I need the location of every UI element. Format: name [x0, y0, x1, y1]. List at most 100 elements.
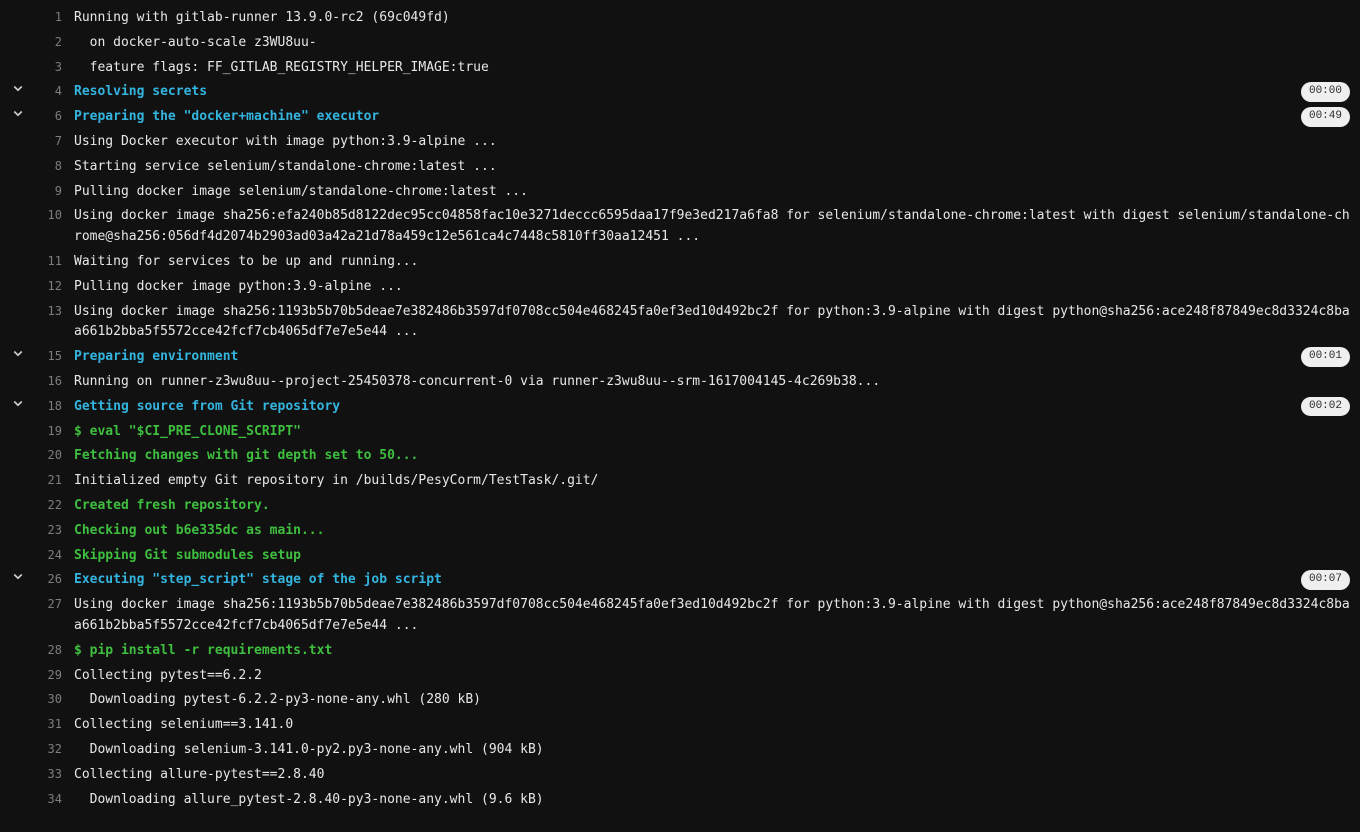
chevron-placeholder — [4, 519, 32, 521]
log-text: on docker-auto-scale z3WU8uu- — [70, 31, 1350, 56]
log-text: Starting service selenium/standalone-chr… — [70, 155, 1350, 180]
gutter: 26 — [0, 568, 70, 589]
line-number[interactable]: 22 — [32, 494, 62, 515]
gutter: 33 — [0, 763, 70, 784]
section-header[interactable]: Preparing environment — [70, 345, 1289, 370]
line-number[interactable]: 34 — [32, 788, 62, 809]
line-number[interactable]: 31 — [32, 713, 62, 734]
gutter: 10 — [0, 204, 70, 225]
section-header[interactable]: Executing "step_script" stage of the job… — [70, 568, 1289, 593]
line-number[interactable]: 32 — [32, 738, 62, 759]
chevron-down-icon[interactable] — [4, 80, 32, 94]
chevron-down-icon[interactable] — [4, 568, 32, 582]
section-header[interactable]: Getting source from Git repository — [70, 395, 1289, 420]
chevron-placeholder — [4, 593, 32, 595]
line-number[interactable]: 18 — [32, 395, 62, 416]
gutter: 31 — [0, 713, 70, 734]
section-header[interactable]: Resolving secrets — [70, 80, 1289, 105]
log-line: 1Running with gitlab-runner 13.9.0-rc2 (… — [0, 6, 1360, 31]
gutter: 11 — [0, 250, 70, 271]
line-number[interactable]: 12 — [32, 275, 62, 296]
line-number[interactable]: 21 — [32, 469, 62, 490]
log-line: 16 Running on runner-z3wu8uu--project-254… — [0, 370, 1360, 395]
chevron-placeholder — [4, 788, 32, 790]
log-line: 31Collecting selenium==3.141.0 — [0, 713, 1360, 738]
log-text: Initialized empty Git repository in /bui… — [70, 469, 1350, 494]
line-number[interactable]: 19 — [32, 420, 62, 441]
log-command: $ pip install -r requirements.txt — [70, 639, 1350, 664]
gutter: 2 — [0, 31, 70, 52]
line-number[interactable]: 29 — [32, 664, 62, 685]
gutter: 9 — [0, 180, 70, 201]
line-number[interactable]: 28 — [32, 639, 62, 660]
line-number[interactable]: 26 — [32, 568, 62, 589]
chevron-placeholder — [4, 444, 32, 446]
chevron-placeholder — [4, 370, 32, 372]
section-header[interactable]: Preparing the "docker+machine" executor — [70, 105, 1289, 130]
log-line: 3 feature flags: FF_GITLAB_REGISTRY_HELP… — [0, 56, 1360, 81]
log-command: Checking out b6e335dc as main... — [70, 519, 1350, 544]
log-line: 32 Downloading selenium-3.141.0-py2.py3-… — [0, 738, 1360, 763]
chevron-placeholder — [4, 713, 32, 715]
line-number[interactable]: 24 — [32, 544, 62, 565]
chevron-placeholder — [4, 494, 32, 496]
gutter: 34 — [0, 788, 70, 809]
chevron-placeholder — [4, 6, 32, 8]
gutter: 28 — [0, 639, 70, 660]
line-number[interactable]: 23 — [32, 519, 62, 540]
gutter: 13 — [0, 300, 70, 321]
line-number[interactable]: 9 — [32, 180, 62, 201]
gutter: 18 — [0, 395, 70, 416]
gutter: 20 — [0, 444, 70, 465]
log-line: 24 Skipping Git submodules setup — [0, 544, 1360, 569]
line-number[interactable]: 8 — [32, 155, 62, 176]
line-number[interactable]: 10 — [32, 204, 62, 225]
chevron-down-icon[interactable] — [4, 105, 32, 119]
chevron-placeholder — [4, 763, 32, 765]
log-line: 2 on docker-auto-scale z3WU8uu- — [0, 31, 1360, 56]
chevron-down-icon[interactable] — [4, 395, 32, 409]
duration-pill: 00:07 — [1301, 570, 1350, 590]
chevron-placeholder — [4, 31, 32, 33]
log-text: Using Docker executor with image python:… — [70, 130, 1350, 155]
line-number[interactable]: 7 — [32, 130, 62, 151]
gutter: 29 — [0, 664, 70, 685]
line-number[interactable]: 15 — [32, 345, 62, 366]
job-log: 1Running with gitlab-runner 13.9.0-rc2 (… — [0, 0, 1360, 832]
log-text: Running on runner-z3wu8uu--project-25450… — [70, 370, 1350, 395]
gutter: 7 — [0, 130, 70, 151]
line-number[interactable]: 11 — [32, 250, 62, 271]
line-number[interactable]: 2 — [32, 31, 62, 52]
line-number[interactable]: 33 — [32, 763, 62, 784]
chevron-placeholder — [4, 275, 32, 277]
chevron-placeholder — [4, 204, 32, 206]
chevron-placeholder — [4, 56, 32, 58]
line-number[interactable]: 20 — [32, 444, 62, 465]
gutter: 22 — [0, 494, 70, 515]
line-number[interactable]: 4 — [32, 80, 62, 101]
line-number[interactable]: 3 — [32, 56, 62, 77]
log-command: Skipping Git submodules setup — [70, 544, 1350, 569]
log-text: feature flags: FF_GITLAB_REGISTRY_HELPER… — [70, 56, 1350, 81]
line-number[interactable]: 27 — [32, 593, 62, 614]
log-text: Pulling docker image python:3.9-alpine .… — [70, 275, 1350, 300]
duration-pill: 00:49 — [1301, 107, 1350, 127]
gutter: 23 — [0, 519, 70, 540]
line-number[interactable]: 1 — [32, 6, 62, 27]
chevron-placeholder — [4, 639, 32, 641]
log-text: Using docker image sha256:1193b5b70b5dea… — [70, 593, 1350, 639]
gutter: 27 — [0, 593, 70, 614]
log-line: 29 Collecting pytest==6.2.2 — [0, 664, 1360, 689]
log-text: Collecting pytest==6.2.2 — [70, 664, 1350, 689]
line-number[interactable]: 13 — [32, 300, 62, 321]
chevron-placeholder — [4, 130, 32, 132]
gutter: 12 — [0, 275, 70, 296]
chevron-down-icon[interactable] — [4, 345, 32, 359]
line-number[interactable]: 30 — [32, 688, 62, 709]
chevron-placeholder — [4, 664, 32, 666]
duration-pill: 00:00 — [1301, 82, 1350, 102]
line-number[interactable]: 6 — [32, 105, 62, 126]
log-text: Downloading selenium-3.141.0-py2.py3-non… — [70, 738, 1350, 763]
line-number[interactable]: 16 — [32, 370, 62, 391]
chevron-placeholder — [4, 155, 32, 157]
